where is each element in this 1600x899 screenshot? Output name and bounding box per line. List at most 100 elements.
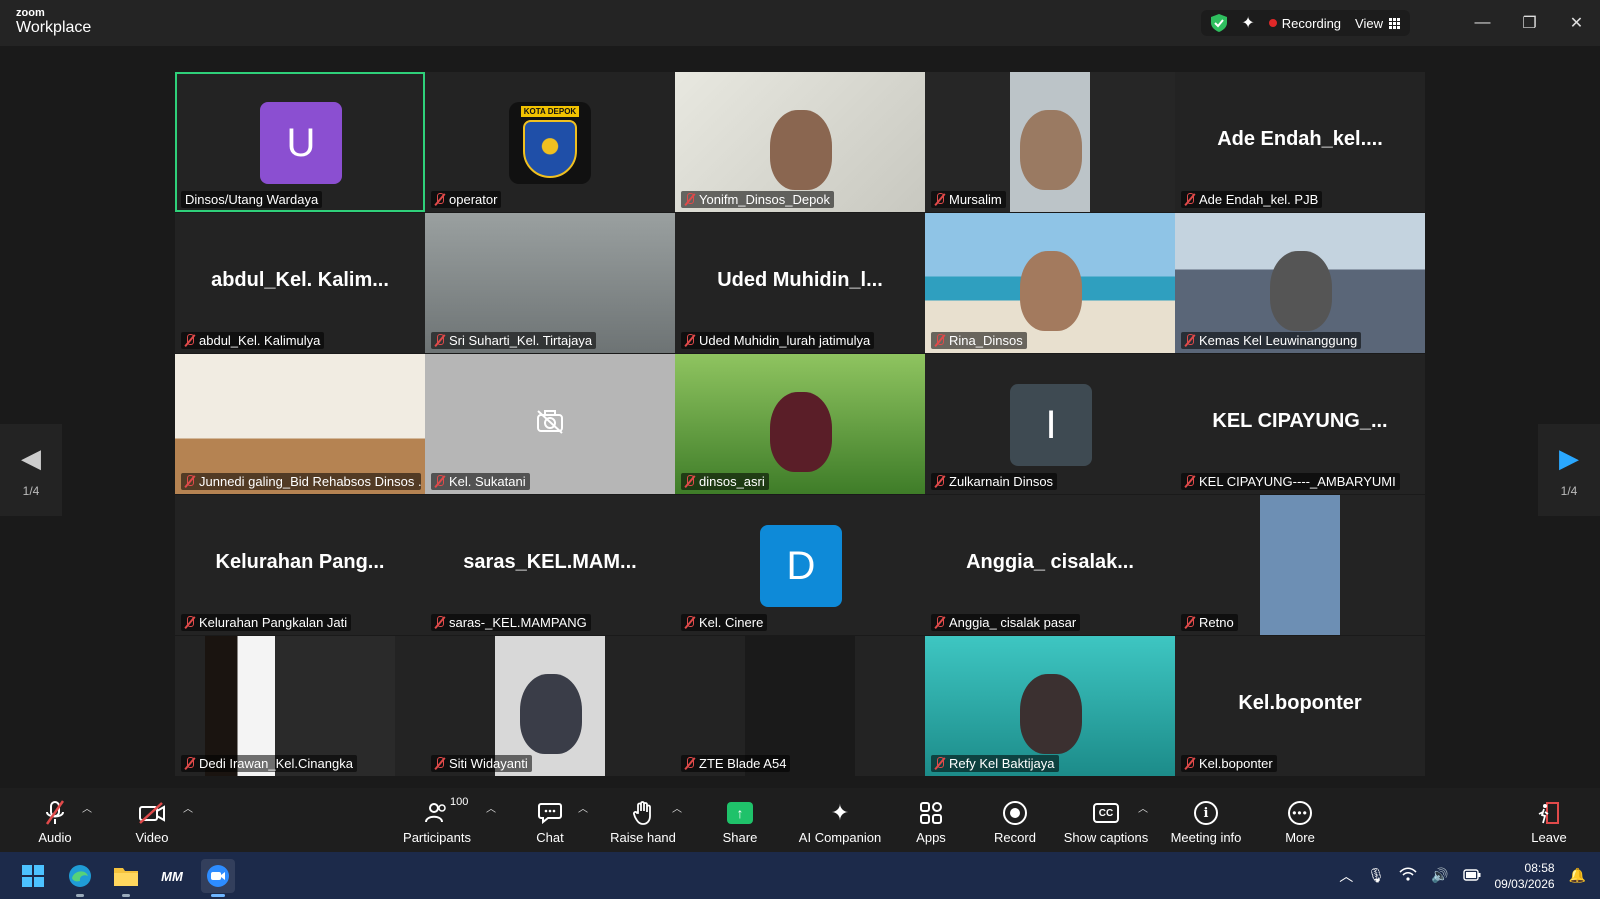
share-button[interactable]: ↑ Share	[718, 794, 762, 848]
chat-label: Chat	[536, 830, 564, 845]
share-label: Share	[722, 830, 758, 845]
participant-tile[interactable]: Mursalim	[925, 72, 1175, 212]
leave-door-icon	[1537, 798, 1561, 828]
kota-depok-logo: KOTA DEPOK	[509, 102, 591, 184]
previous-page-button[interactable]: ◀ 1/4	[0, 424, 62, 516]
leave-label: Leave	[1531, 830, 1567, 845]
recording-indicator[interactable]: Recording	[1268, 15, 1342, 31]
participant-name: Siti Widayanti	[449, 756, 528, 771]
next-page-button[interactable]: ▶ 1/4	[1538, 424, 1600, 516]
chat-options-chevron-up-icon[interactable]: ︿	[578, 800, 588, 815]
restore-button[interactable]: ❐	[1506, 0, 1553, 46]
participant-tile[interactable]: Kemas Kel Leuwinanggung	[1175, 213, 1425, 353]
security-shield-icon[interactable]	[1211, 14, 1228, 32]
participant-tile[interactable]: Uded Muhidin_l... Uded Muhidin_lurah jati…	[675, 213, 925, 353]
participant-name: Rina_Dinsos	[949, 333, 1023, 348]
ai-companion-label: AI Companion	[798, 830, 882, 845]
apps-label: Apps	[916, 830, 946, 845]
participant-tile[interactable]: Refy Kel Baktijaya	[925, 636, 1175, 776]
microphone-icon[interactable]: 🎙	[1367, 867, 1385, 884]
apps-button[interactable]: Apps	[911, 794, 951, 848]
participant-tile[interactable]: Anggia_ cisalak... Anggia_ cisalak pasar	[925, 495, 1175, 635]
raise-hand-options-chevron-up-icon[interactable]: ︿	[672, 800, 682, 815]
show-captions-button[interactable]: CC Show captions	[1064, 794, 1148, 848]
meeting-toolbar: Audio ︿ Video ︿ 100 Participants ︿ Chat …	[0, 788, 1600, 852]
windows-taskbar: MM ︿ 🎙 🔊 08:58 09/03/2026 🔔	[0, 852, 1600, 899]
volume-icon[interactable]: 🔊	[1431, 867, 1448, 884]
participants-button[interactable]: 100 Participants	[400, 794, 474, 848]
participant-tile[interactable]: KOTA DEPOK operator	[425, 72, 675, 212]
notification-bell-icon[interactable]: 🔔	[1569, 867, 1586, 884]
view-button[interactable]: View	[1355, 16, 1400, 31]
participant-name-label: saras-_KEL.MAMPANG	[431, 614, 591, 631]
participant-tile[interactable]: saras_KEL.MAM... saras-_KEL.MAMPANG	[425, 495, 675, 635]
battery-icon[interactable]	[1462, 868, 1481, 884]
chat-button[interactable]: Chat	[530, 794, 570, 848]
file-explorer-icon[interactable]	[109, 859, 143, 897]
participant-name-label: Kel. Cinere	[681, 614, 768, 631]
ai-sparkle-icon[interactable]: ✦	[1241, 13, 1254, 33]
clock-time: 08:58	[1524, 860, 1555, 875]
participant-tile[interactable]: Retno	[1175, 495, 1425, 635]
participant-tile[interactable]: I Zulkarnain Dinsos	[925, 354, 1175, 494]
participant-name-label: ZTE Blade A54	[681, 755, 791, 772]
participant-name: Dedi Irawan_Kel.Cinangka	[199, 756, 353, 771]
audio-button[interactable]: Audio	[30, 794, 80, 848]
participant-tile[interactable]: Ade Endah_kel.... Ade Endah_kel. PJB	[1175, 72, 1425, 212]
participant-tile[interactable]: Rina_Dinsos	[925, 213, 1175, 353]
participant-tile[interactable]: dinsos_asri	[675, 354, 925, 494]
participant-tile[interactable]: Kelurahan Pang... Kelurahan Pangkalan Jat…	[175, 495, 425, 635]
participant-tile[interactable]: Kel.boponter Kel.boponter	[1175, 636, 1425, 776]
leave-button[interactable]: Leave	[1530, 794, 1568, 848]
participant-tile[interactable]: KEL CIPAYUNG_... KEL CIPAYUNG----_AMBARYU…	[1175, 354, 1425, 494]
raise-hand-button[interactable]: Raise hand	[610, 794, 676, 848]
participant-display-name: abdul_Kel. Kalim...	[211, 269, 389, 291]
captions-options-chevron-up-icon[interactable]: ︿	[1138, 800, 1148, 815]
participant-tile[interactable]: Kel. Sukatani	[425, 354, 675, 494]
participant-tile[interactable]: Dedi Irawan_Kel.Cinangka	[175, 636, 425, 776]
chevron-up-icon[interactable]: ︿	[1339, 866, 1353, 886]
zoom-taskbar-icon[interactable]	[201, 859, 235, 897]
participant-tile[interactable]: D Kel. Cinere	[675, 495, 925, 635]
mic-muted-icon	[935, 334, 944, 347]
participant-name: Ade Endah_kel. PJB	[1199, 192, 1319, 207]
mm-app-icon[interactable]: MM	[155, 859, 189, 893]
participant-tile[interactable]: abdul_Kel. Kalim... abdul_Kel. Kalimulya	[175, 213, 425, 353]
apps-icon	[919, 798, 943, 828]
participant-name-label: Kelurahan Pangkalan Jati	[181, 614, 352, 631]
participant-tile[interactable]: Sri Suharti_Kel. Tirtajaya	[425, 213, 675, 353]
video-button[interactable]: Video	[126, 794, 178, 848]
meeting-info-button[interactable]: i Meeting info	[1168, 794, 1244, 848]
participant-tile[interactable]: ZTE Blade A54	[675, 636, 925, 776]
windows-start-icon[interactable]	[16, 859, 50, 893]
info-icon: i	[1194, 801, 1218, 825]
participants-options-chevron-up-icon[interactable]: ︿	[486, 800, 496, 815]
edge-browser-icon[interactable]	[63, 859, 97, 897]
recording-label: Recording	[1281, 15, 1342, 31]
mic-muted-icon	[1185, 616, 1194, 629]
participant-name-label: Zulkarnain Dinsos	[931, 473, 1058, 490]
participant-tile[interactable]: Siti Widayanti	[425, 636, 675, 776]
minimize-button[interactable]: —	[1459, 0, 1506, 46]
closed-captions-icon: CC	[1093, 803, 1119, 823]
participant-name: Kel. Sukatani	[449, 474, 526, 489]
participant-tile[interactable]: Yonifm_Dinsos_Depok	[675, 72, 925, 212]
participant-name-label: Kel.boponter	[1181, 755, 1277, 772]
participant-tile[interactable]: Junnedi galing_Bid Rehabsos Dinsos ...	[175, 354, 425, 494]
video-options-chevron-up-icon[interactable]: ︿	[183, 800, 193, 815]
clock[interactable]: 08:58 09/03/2026	[1495, 860, 1555, 892]
audio-options-chevron-up-icon[interactable]: ︿	[82, 800, 92, 815]
close-button[interactable]: ✕	[1553, 0, 1600, 46]
more-button[interactable]: ••• More	[1282, 794, 1318, 848]
participant-tile[interactable]: U Dinsos/Utang Wardaya	[175, 72, 425, 212]
record-button[interactable]: Record	[992, 794, 1038, 848]
ai-companion-button[interactable]: ✦ AI Companion	[796, 794, 884, 848]
participant-display-name: Kel.boponter	[1238, 692, 1362, 714]
wifi-icon[interactable]	[1399, 867, 1417, 884]
participant-name-label: operator	[431, 191, 502, 208]
video-label: Video	[135, 830, 169, 845]
mic-muted-icon	[685, 757, 694, 770]
participant-name-label: Refy Kel Baktijaya	[931, 755, 1059, 772]
participant-name: Junnedi galing_Bid Rehabsos Dinsos ...	[199, 474, 421, 489]
page-indicator-left: 1/4	[22, 483, 40, 498]
